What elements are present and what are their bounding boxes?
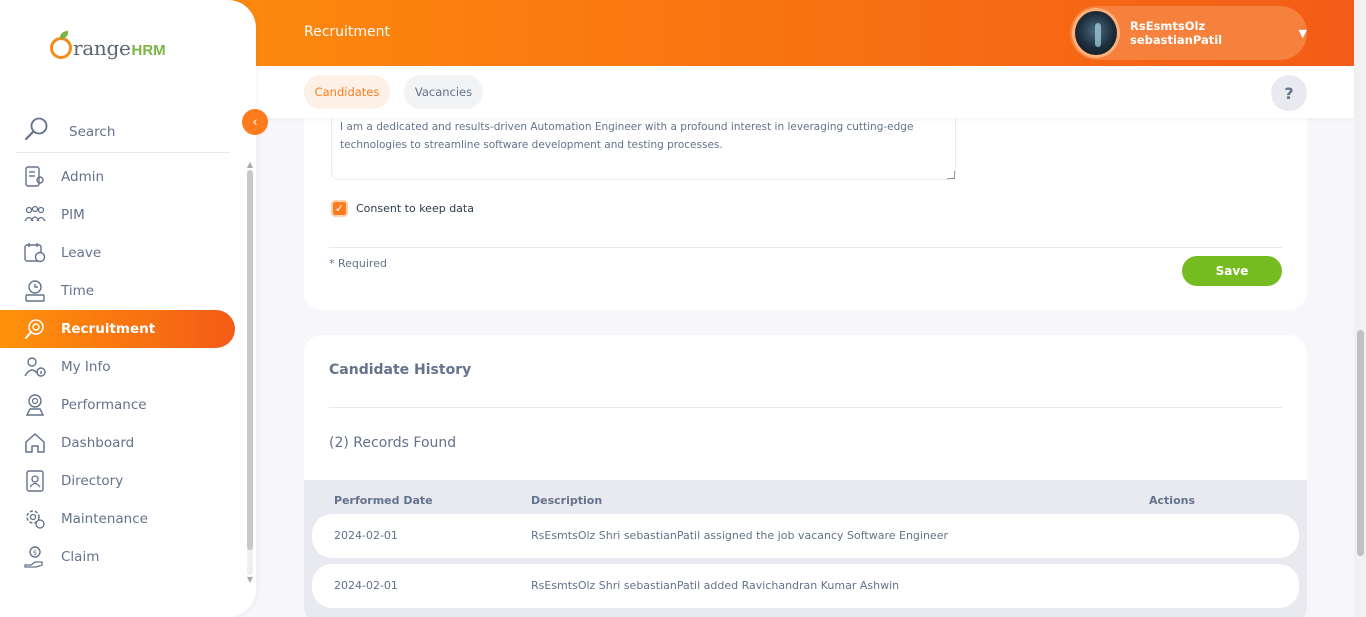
chevron-left-icon: ‹	[252, 114, 258, 130]
sidebar-item-maintenance[interactable]: Maintenance	[0, 500, 240, 538]
sidebar-item-label: My Info	[61, 359, 111, 375]
records-count: (2) Records Found	[329, 435, 457, 451]
table-row[interactable]: 2024-02-01 RsEsmtsOlz Shri sebastianPati…	[312, 514, 1299, 558]
dashboard-icon	[25, 433, 45, 453]
sub-navigation: Candidates Vacancies ?	[256, 66, 1354, 118]
cell-date: 2024-02-01	[334, 579, 398, 592]
history-table: Performed Date Description Actions 2024-…	[304, 480, 1307, 617]
section-heading: Candidate History	[329, 362, 472, 378]
sidebar-scrollbar[interactable]: ▲ ▼	[246, 160, 254, 590]
maintenance-icon	[26, 510, 45, 529]
required-note: * Required	[329, 257, 387, 270]
save-button[interactable]: Save	[1182, 256, 1282, 286]
help-button[interactable]: ?	[1271, 75, 1307, 111]
time-icon	[25, 280, 45, 302]
leave-icon	[24, 243, 46, 263]
pim-icon	[24, 205, 46, 222]
main-scrollbar[interactable]	[1354, 0, 1366, 617]
scrollbar-thumb[interactable]	[1357, 330, 1364, 556]
sidebar-item-label: Time	[61, 283, 95, 299]
caret-down-icon: ▼	[1298, 26, 1307, 40]
sidebar-item-leave[interactable]: Leave	[0, 234, 240, 272]
sidebar-item-label: Performance	[61, 397, 147, 413]
scroll-up-icon[interactable]: ▲	[246, 160, 254, 169]
cell-description: RsEsmtsOlz Shri sebastianPatil added Rav…	[531, 579, 900, 592]
cell-date: 2024-02-01	[334, 529, 398, 542]
scrollbar-thumb[interactable]	[247, 170, 253, 550]
sidebar-item-recruitment[interactable]: Recruitment	[0, 310, 235, 348]
search-label: Search	[69, 123, 116, 140]
sidebar-item-label: Claim	[61, 549, 100, 565]
sidebar-item-time[interactable]: Time	[0, 272, 240, 310]
claim-icon: $	[24, 546, 43, 568]
admin-icon	[25, 166, 44, 187]
orangehrm-logo[interactable]: range HRM	[50, 32, 166, 64]
sidebar-item-label: Recruitment	[61, 321, 156, 337]
table-row[interactable]: 2024-02-01 RsEsmtsOlz Shri sebastianPati…	[312, 564, 1299, 608]
performance-icon	[25, 394, 45, 416]
my-info-icon	[24, 357, 46, 377]
consent-label: Consent to keep data	[356, 202, 474, 215]
consent-checkbox-row[interactable]: ✓ Consent to keep data	[331, 200, 474, 217]
recruitment-icon	[25, 319, 44, 339]
tab-candidates[interactable]: Candidates	[304, 75, 390, 109]
sidebar-item-my-info[interactable]: My Info	[0, 348, 240, 386]
candidate-history-card: Candidate History (2) Records Found Perf…	[304, 335, 1307, 617]
avatar	[1072, 8, 1120, 58]
tab-vacancies[interactable]: Vacancies	[404, 75, 483, 109]
divider	[329, 407, 1282, 408]
resize-handle-icon[interactable]	[947, 171, 955, 179]
column-header-description: Description	[531, 494, 603, 507]
table-header: Performed Date Description Actions	[304, 494, 1307, 510]
column-header-actions: Actions	[1149, 494, 1195, 507]
sidebar-item-label: PIM	[61, 207, 85, 223]
sidebar-item-pim[interactable]: PIM	[0, 196, 240, 234]
sidebar-item-label: Admin	[61, 169, 105, 185]
sidebar-item-label: Leave	[61, 245, 102, 261]
svg-text:$: $	[33, 549, 37, 557]
sidebar-item-performance[interactable]: Performance	[0, 386, 240, 424]
consent-checkbox[interactable]: ✓	[331, 200, 348, 217]
user-dropdown[interactable]: RsEsmtsOlz sebastianPatil ▼	[1070, 6, 1307, 60]
candidate-form-card: I am a dedicated and results-driven Auto…	[304, 100, 1307, 310]
sidebar-item-claim[interactable]: $ Claim	[0, 538, 240, 576]
brand-name-part2: HRM	[131, 41, 166, 59]
sidebar-item-label: Dashboard	[61, 435, 135, 451]
cell-description: RsEsmtsOlz Shri sebastianPatil assigned …	[531, 529, 948, 542]
page-title: Recruitment	[304, 24, 391, 40]
sidebar: range HRM Search Admin PIM Leave Time Re…	[0, 0, 256, 617]
collapse-sidebar-button[interactable]: ‹	[242, 109, 268, 135]
sidebar-item-label: Directory	[61, 473, 124, 489]
sidebar-item-admin[interactable]: Admin	[0, 158, 240, 196]
search-icon	[24, 117, 48, 140]
brand-name-part1: range	[73, 36, 131, 60]
directory-icon	[26, 470, 44, 492]
column-header-date: Performed Date	[334, 494, 433, 507]
main-menu: Admin PIM Leave Time Recruitment My Info…	[0, 158, 240, 576]
scroll-down-icon[interactable]: ▼	[246, 575, 254, 584]
sidebar-search[interactable]: Search	[16, 105, 230, 153]
user-name: RsEsmtsOlz sebastianPatil	[1130, 19, 1223, 47]
sidebar-item-label: Maintenance	[61, 511, 148, 527]
divider	[329, 247, 1282, 248]
sidebar-item-directory[interactable]: Directory	[0, 462, 240, 500]
sidebar-item-dashboard[interactable]: Dashboard	[0, 424, 240, 462]
orange-logo-icon	[50, 37, 72, 59]
